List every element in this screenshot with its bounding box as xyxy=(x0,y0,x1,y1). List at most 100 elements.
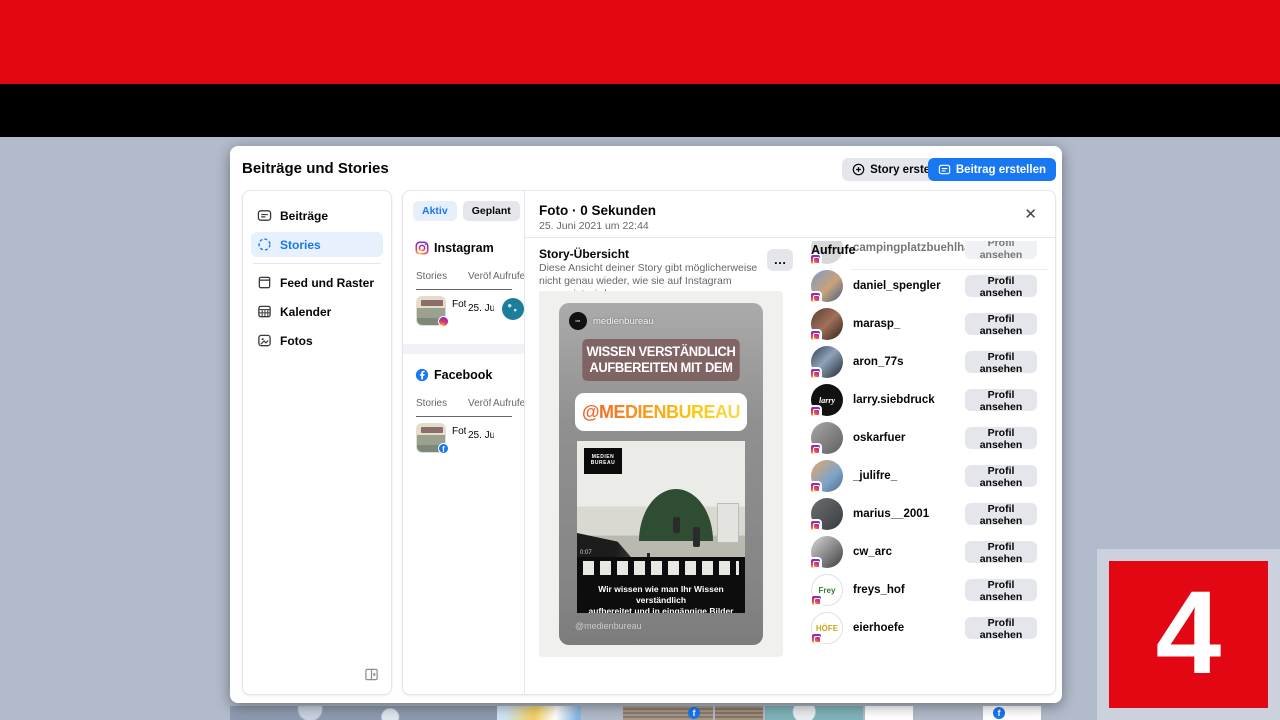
table-header-divider xyxy=(416,289,512,290)
biogas-dome xyxy=(639,489,713,541)
viewer-username: freys_hof xyxy=(853,584,965,596)
viewer-row: daniel_spengler Profil ansehen xyxy=(807,267,1055,305)
instagram-badge-icon xyxy=(809,443,822,456)
viewer-username: oskarfuer xyxy=(853,432,965,444)
viewers-list: campingplatzbuehlhausen Profil ansehen d… xyxy=(807,241,1055,647)
calendar-icon xyxy=(257,304,272,319)
view-profile-button[interactable]: Profil ansehen xyxy=(965,241,1037,259)
thumbnail-image xyxy=(497,706,581,720)
divider xyxy=(525,237,1055,238)
posts-and-stories-modal: Beiträge und Stories Story erstellen Bei… xyxy=(230,146,1062,703)
table-header-row: Stories Veröffentlicht Aufrufe xyxy=(416,271,512,285)
page-avatar xyxy=(502,298,524,320)
thumbnail-image xyxy=(983,706,1041,720)
divider xyxy=(253,263,381,264)
section-separator xyxy=(403,344,524,354)
tab-aktiv[interactable]: Aktiv xyxy=(413,201,457,221)
avatar xyxy=(811,270,843,302)
post-icon xyxy=(938,163,951,176)
account-avatar: MB xyxy=(569,312,587,330)
top-black-band xyxy=(0,84,1280,137)
viewers-heading: Aufrufe xyxy=(811,243,855,257)
person-figure xyxy=(693,527,700,547)
story-headline: WISSEN VERSTÄNDLICH AUFBEREITEN MIT DEM xyxy=(582,339,739,381)
avatar: HÖFE xyxy=(811,612,843,644)
instagram-icon xyxy=(415,241,429,255)
instagram-badge-icon xyxy=(809,519,822,532)
tab-geplant[interactable]: Geplant xyxy=(463,201,520,221)
medienbureau-logo: MEDIEN BUREAU xyxy=(584,448,622,474)
story-footer-mention: @medienbureau xyxy=(575,621,642,631)
view-profile-button[interactable]: Profil ansehen xyxy=(965,617,1037,639)
background-thumbnail-strip: f f xyxy=(0,706,1280,720)
facebook-icon xyxy=(415,368,429,382)
viewer-row: Frey freys_hof Profil ansehen xyxy=(807,571,1055,609)
stories-icon xyxy=(257,237,272,252)
story-detail-panel: Foto · 0 Sekunden 25. Juni 2021 um 22:44… xyxy=(525,191,1055,694)
table-header-row: Stories Veröffentlicht Aufrufe xyxy=(416,398,512,412)
avatar xyxy=(811,536,843,568)
instagram-story-row[interactable]: Foto November 25. Juni xyxy=(416,294,524,334)
top-red-band xyxy=(0,0,1280,84)
story-title: Foto · 0 Sekunden xyxy=(539,203,656,218)
viewer-row: marasp_ Profil ansehen xyxy=(807,305,1055,343)
view-profile-button[interactable]: Profil ansehen xyxy=(965,351,1037,373)
view-profile-button[interactable]: Profil ansehen xyxy=(965,275,1037,297)
sidebar-item-feed-und-raster[interactable]: Feed und Raster xyxy=(251,270,383,295)
viewer-username: marius__2001 xyxy=(853,508,965,520)
close-icon[interactable]: ✕ xyxy=(1022,205,1039,223)
story-preview-container: MB medienbureau WISSEN VERSTÄNDLICH AUFB… xyxy=(539,291,783,657)
overview-title: Story-Übersicht xyxy=(539,247,629,261)
collapse-sidebar-icon[interactable] xyxy=(364,667,379,682)
instagram-badge-icon xyxy=(810,594,823,607)
viewer-row: HÖFE eierhoefe Profil ansehen xyxy=(807,609,1055,647)
posts-icon xyxy=(257,208,272,223)
avatar xyxy=(811,422,843,454)
sidebar-item-beitraege[interactable]: Beiträge xyxy=(251,203,383,228)
instagram-badge-icon xyxy=(809,329,822,342)
feed-grid-icon xyxy=(257,275,272,290)
screen: f f Beiträge und Stories Story erstellen… xyxy=(0,0,1280,720)
view-profile-button[interactable]: Profil ansehen xyxy=(965,389,1037,411)
story-preview: MB medienbureau WISSEN VERSTÄNDLICH AUFB… xyxy=(559,303,763,645)
create-post-button[interactable]: Beitrag erstellen xyxy=(928,158,1056,181)
film-strip: 0:07 xyxy=(577,557,745,579)
sidebar-item-stories[interactable]: Stories xyxy=(251,232,383,257)
instagram-badge-icon xyxy=(810,632,823,645)
thumbnail-image xyxy=(865,706,913,720)
view-profile-button[interactable]: Profil ansehen xyxy=(965,427,1037,449)
viewer-username: marasp_ xyxy=(853,318,965,330)
thumbnail-image xyxy=(765,706,863,720)
view-profile-button[interactable]: Profil ansehen xyxy=(965,579,1037,601)
more-options-button[interactable]: … xyxy=(767,249,793,271)
viewer-username: daniel_spengler xyxy=(853,280,965,292)
instagram-badge-icon xyxy=(809,405,822,418)
person-figure xyxy=(673,517,680,533)
viewer-row: aron_77s Profil ansehen xyxy=(807,343,1055,381)
viewer-row: cw_arc Profil ansehen xyxy=(807,533,1055,571)
story-photo: MEDIEN BUREAU 0:07 Wir wissen wie man Ih… xyxy=(577,441,745,613)
instagram-badge-icon xyxy=(438,316,449,327)
avatar: larry xyxy=(811,384,843,416)
avatar xyxy=(811,498,843,530)
facebook-story-row[interactable]: f Foto November 25. Juni xyxy=(416,421,524,461)
status-tabs: Aktiv Geplant Archiv xyxy=(413,201,524,221)
facebook-section-header: Facebook xyxy=(415,368,524,382)
view-profile-button[interactable]: Profil ansehen xyxy=(965,541,1037,563)
instagram-badge-icon xyxy=(809,291,822,304)
avatar xyxy=(811,308,843,340)
viewer-row: larry larry.siebdruck Profil ansehen xyxy=(807,381,1055,419)
view-profile-button[interactable]: Profil ansehen xyxy=(965,313,1037,335)
sidebar-item-fotos[interactable]: Fotos xyxy=(251,328,383,353)
red-square: 4 xyxy=(1109,561,1268,708)
page-title: Beiträge und Stories xyxy=(242,160,389,177)
sidebar-item-kalender[interactable]: Kalender xyxy=(251,299,383,324)
avatar xyxy=(811,460,843,492)
avatar xyxy=(811,346,843,378)
story-list-column: Aktiv Geplant Archiv Instagram Stories V… xyxy=(403,191,525,694)
facebook-badge-icon: f xyxy=(993,707,1005,719)
photos-icon xyxy=(257,333,272,348)
sidebar: Beiträge Stories Feed und Raster Kalende xyxy=(242,190,392,695)
view-profile-button[interactable]: Profil ansehen xyxy=(965,503,1037,525)
view-profile-button[interactable]: Profil ansehen xyxy=(965,465,1037,487)
